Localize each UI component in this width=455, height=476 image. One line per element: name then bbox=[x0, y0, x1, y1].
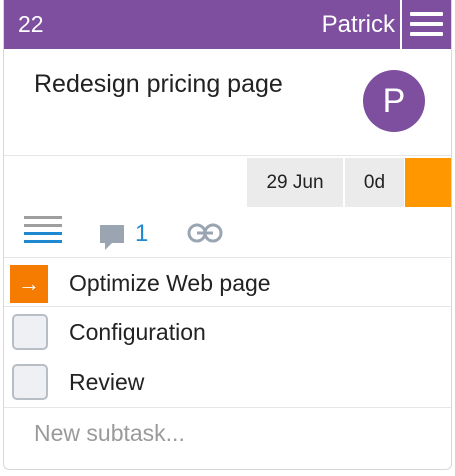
avatar[interactable]: P bbox=[363, 70, 425, 132]
new-subtask-input[interactable]: New subtask... bbox=[34, 420, 185, 447]
link-icon[interactable] bbox=[186, 222, 224, 244]
comment-count[interactable]: 1 bbox=[135, 220, 148, 248]
subtask-checkbox[interactable] bbox=[12, 314, 48, 350]
card-title[interactable]: Redesign pricing page bbox=[34, 70, 283, 99]
subtask-label[interactable]: Review bbox=[69, 358, 144, 407]
divider bbox=[4, 257, 451, 258]
divider bbox=[4, 306, 451, 307]
subtask-row[interactable]: → Optimize Web page bbox=[4, 259, 451, 308]
subtask-label[interactable]: Optimize Web page bbox=[69, 259, 271, 308]
color-tag[interactable] bbox=[405, 158, 451, 207]
subtask-checkbox[interactable] bbox=[12, 364, 48, 400]
subtask-label[interactable]: Configuration bbox=[69, 308, 206, 357]
comment-icon[interactable] bbox=[97, 222, 127, 252]
subtask-row[interactable]: Configuration bbox=[4, 308, 451, 357]
divider bbox=[4, 155, 451, 156]
description-lines-icon[interactable] bbox=[24, 216, 62, 244]
subtask-row[interactable]: Review bbox=[4, 358, 451, 407]
duration[interactable]: 0d bbox=[345, 158, 404, 207]
divider bbox=[4, 407, 451, 408]
due-date[interactable]: 29 Jun bbox=[247, 158, 343, 207]
assignee-name[interactable]: Patrick bbox=[322, 0, 395, 49]
card-id: 22 bbox=[18, 11, 44, 37]
arrow-right-icon[interactable]: → bbox=[10, 265, 48, 303]
menu-button[interactable] bbox=[400, 0, 451, 49]
card-header: 22 Patrick bbox=[4, 0, 451, 49]
hamburger-menu-icon bbox=[410, 12, 443, 16]
task-card[interactable]: 22 Patrick Redesign pricing page P 29 Ju… bbox=[3, 0, 452, 470]
